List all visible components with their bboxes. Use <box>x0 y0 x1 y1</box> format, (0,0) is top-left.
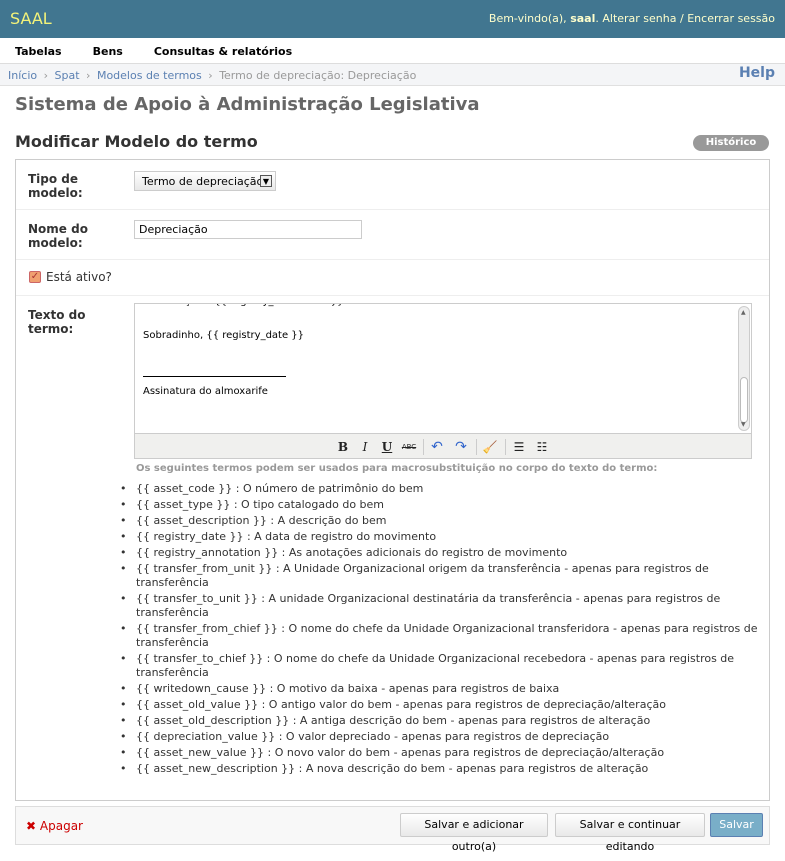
bullet-list-icon[interactable]: ☰ <box>511 439 527 455</box>
italic-icon[interactable]: I <box>357 439 373 455</box>
breadcrumb: Início › Spat › Modelos de termos › Term… <box>0 64 785 86</box>
logout-link[interactable]: Encerrar sessão <box>687 12 775 25</box>
brand-logo[interactable]: SAAL <box>10 9 52 28</box>
scroll-up-icon[interactable]: ▲ <box>741 309 746 316</box>
change-form: Tipo de modelo: Termo de depreciação ▼ N… <box>15 159 770 801</box>
scroll-down-icon[interactable]: ▼ <box>741 421 746 428</box>
editor-content-area[interactable]: Observações: {{ registry_annotation }} S… <box>135 304 751 433</box>
breadcrumb-spat[interactable]: Spat <box>55 69 80 82</box>
ativo-label[interactable]: Está ativo? <box>46 270 112 284</box>
editor-line: Sobradinho, {{ registry_date }} <box>143 330 305 341</box>
bold-icon[interactable]: B <box>335 439 351 455</box>
numbered-list-icon[interactable]: ☷ <box>534 439 550 455</box>
breadcrumb-separator: › <box>43 69 49 82</box>
tipo-select[interactable]: Termo de depreciação ▼ <box>134 171 276 191</box>
delete-icon: ✖ <box>26 819 37 833</box>
macros-help-text: Os seguintes termos podem ser usados par… <box>136 463 658 474</box>
tipo-label: Tipo de modelo: <box>28 172 83 200</box>
breadcrumb-current: Termo de depreciação: Depreciação <box>219 69 417 82</box>
form-row-nome: Nome do modelo: <box>16 210 769 260</box>
delete-label: Apagar <box>39 819 83 833</box>
list-item: {{ asset_old_description }} : A antiga d… <box>120 714 766 728</box>
nav-item-tabelas[interactable]: Tabelas <box>15 45 62 58</box>
list-item: {{ asset_description }} : A descrição do… <box>120 514 766 528</box>
user-tools-separator: / <box>680 12 684 25</box>
change-password-link[interactable]: Alterar senha <box>602 12 676 25</box>
delete-link[interactable]: ✖ Apagar <box>26 819 83 833</box>
list-item: {{ transfer_from_unit }} : A Unidade Org… <box>120 562 766 590</box>
page-title: Modificar Modelo do termo <box>15 132 258 151</box>
list-item: {{ registry_annotation }} : As anotações… <box>120 546 766 560</box>
breadcrumb-separator: › <box>86 69 91 82</box>
editor-line: Observações: {{ registry_annotation }} <box>143 304 733 313</box>
strikethrough-icon[interactable]: ABC <box>401 439 417 455</box>
breadcrumb-separator: › <box>208 69 213 82</box>
save-continue-button[interactable]: Salvar e continuar editando <box>555 813 705 853</box>
help-link[interactable]: Help <box>739 65 775 81</box>
toolbar-separator <box>505 439 506 455</box>
rich-text-editor: Observações: {{ registry_annotation }} S… <box>134 303 752 459</box>
list-item: {{ registry_date }} : A data de registro… <box>120 530 766 544</box>
form-row-texto: Texto do termo: Observações: {{ registry… <box>16 296 769 801</box>
scrollbar-thumb[interactable] <box>740 377 748 423</box>
history-button[interactable]: Histórico <box>693 135 769 151</box>
username: saal <box>570 12 596 25</box>
underline-icon[interactable]: U <box>379 439 395 455</box>
form-row-ativo: ✓ Está ativo? <box>16 260 769 296</box>
editor-scrollbar[interactable]: ▲ ▼ <box>738 306 750 431</box>
welcome-text: Bem-vindo(a), <box>488 12 567 25</box>
nav-item-bens[interactable]: Bens <box>93 45 123 58</box>
list-item: {{ asset_new_description }} : A nova des… <box>120 762 766 776</box>
texto-label: Texto do termo: <box>28 308 86 336</box>
nav-item-consultas[interactable]: Consultas & relatórios <box>154 45 292 58</box>
list-item: {{ asset_type }} : O tipo catalogado do … <box>120 498 766 512</box>
nome-label: Nome do modelo: <box>28 222 88 250</box>
signature-line <box>143 364 286 377</box>
submit-row: ✖ Apagar Salvar e adicionar outro(a) Sal… <box>15 806 770 853</box>
breadcrumb-modelos[interactable]: Modelos de termos <box>97 69 202 82</box>
list-item: {{ transfer_to_chief }} : O nome do chef… <box>120 652 766 680</box>
top-nav: Tabelas Bens Consultas & relatórios <box>0 38 785 64</box>
editor-line: Assinatura do almoxarife <box>143 386 268 397</box>
save-add-another-button[interactable]: Salvar e adicionar outro(a) <box>400 813 548 853</box>
toolbar-separator <box>423 439 424 455</box>
redo-icon[interactable]: ↷ <box>453 439 469 455</box>
list-item: {{ transfer_from_chief }} : O nome do ch… <box>120 622 766 650</box>
ativo-checkbox[interactable]: ✓ <box>29 271 41 283</box>
chevron-down-icon: ▼ <box>260 175 272 187</box>
nome-input[interactable] <box>134 220 362 239</box>
list-item: {{ asset_old_value }} : O antigo valor d… <box>120 698 766 712</box>
tipo-select-value: Termo de depreciação <box>142 175 264 188</box>
list-item: {{ writedown_cause }} : O motivo da baix… <box>120 682 766 696</box>
editor-line <box>143 313 733 330</box>
undo-icon[interactable]: ↶ <box>429 439 445 455</box>
list-item: {{ asset_new_value }} : O novo valor do … <box>120 746 766 760</box>
editor-toolbar: B I U ABC ↶ ↷ 🧹 ☰ ☷ <box>135 433 751 458</box>
toolbar-separator <box>476 439 477 455</box>
breadcrumb-inicio[interactable]: Início <box>8 69 37 82</box>
save-button[interactable]: Salvar <box>710 813 763 837</box>
macros-list: {{ asset_code }} : O número de patrimôni… <box>120 482 766 778</box>
form-row-tipo: Tipo de modelo: Termo de depreciação ▼ <box>16 160 769 210</box>
list-item: {{ asset_code }} : O número de patrimôni… <box>120 482 766 496</box>
user-tools: Bem-vindo(a), saal. Alterar senha / Ence… <box>488 12 775 25</box>
header: SAAL Bem-vindo(a), saal. Alterar senha /… <box>0 0 785 38</box>
list-item: {{ transfer_to_unit }} : A unidade Organ… <box>120 592 766 620</box>
editor-line <box>143 347 733 364</box>
list-item: {{ depreciation_value }} : O valor depre… <box>120 730 766 744</box>
cleanup-icon[interactable]: 🧹 <box>482 439 498 455</box>
site-title: Sistema de Apoio à Administração Legisla… <box>15 94 480 115</box>
